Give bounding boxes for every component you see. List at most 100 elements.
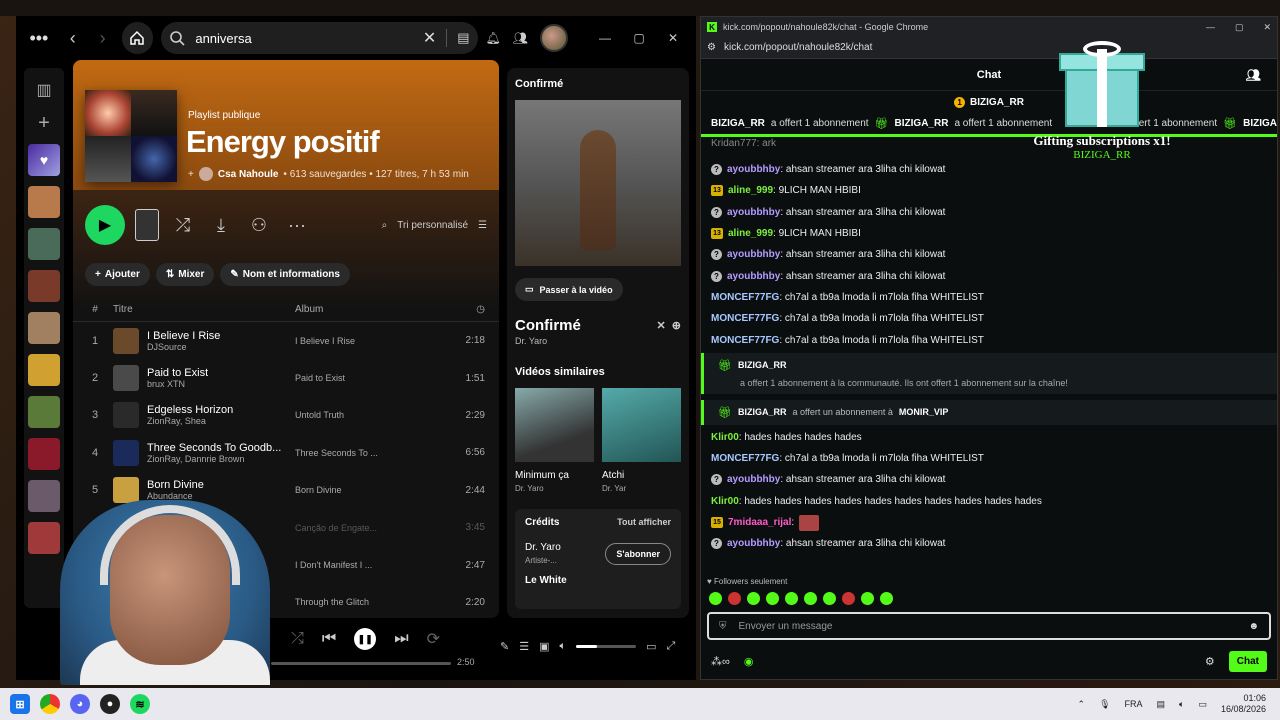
friends-icon[interactable]: 👥︎ [513, 31, 528, 45]
track-title[interactable]: Three Seconds To Goodb... [147, 442, 281, 454]
mic-icon[interactable]: 🎙︎ [1099, 699, 1110, 710]
chat-username[interactable]: aline_999 [728, 185, 773, 196]
devices-icon[interactable]: ▣ [539, 640, 549, 653]
track-artist[interactable]: brux XTN [147, 379, 208, 389]
track-title[interactable]: Edgeless Horizon [147, 404, 233, 416]
points-icon[interactable]: ⁂∞ [711, 655, 730, 668]
clear-search-icon[interactable]: ✕ [423, 28, 436, 48]
library-item[interactable] [28, 354, 60, 386]
network-icon[interactable]: ▤ [1157, 699, 1166, 710]
emote-icon[interactable] [823, 592, 836, 605]
maximize-icon[interactable]: ▢ [1235, 22, 1244, 33]
track-title[interactable]: Paid to Exist [147, 367, 208, 379]
chrome-icon[interactable] [40, 694, 60, 714]
obs-icon[interactable]: ● [100, 694, 120, 714]
track-artist[interactable]: ZionRay, Shea [147, 416, 233, 426]
chat-username[interactable]: MONCEF77FG [711, 453, 779, 464]
video-card[interactable]: Atchi Dr. Yar [602, 388, 681, 493]
next-icon[interactable]: ⏭︎ [394, 630, 408, 648]
pinned-gifter[interactable]: 1 BIZIGA_RR [701, 91, 1277, 113]
volume-icon[interactable]: 🔈︎ [560, 640, 567, 653]
shuffle-icon[interactable]: ⤮ [169, 215, 197, 236]
emote-icon[interactable] [880, 592, 893, 605]
col-album[interactable]: Album [295, 304, 425, 315]
discord-icon[interactable]: ◕ [70, 694, 90, 714]
add-collab-icon[interactable]: + [188, 169, 194, 180]
fullscreen-icon[interactable]: ⤢ [667, 640, 676, 653]
progress-bar[interactable] [271, 662, 451, 665]
chat-username[interactable]: ayoubbhby [727, 271, 780, 282]
lyrics-icon[interactable]: ✎ [500, 640, 509, 653]
address-bar[interactable]: ⚙ kick.com/popout/nahoule82k/chat [701, 37, 1277, 59]
emote-icon[interactable] [709, 592, 722, 605]
chat-username[interactable]: ayoubbhby [727, 538, 780, 549]
play-button[interactable]: ▶ [85, 205, 125, 245]
track-album[interactable]: Born Divine [295, 485, 425, 495]
track-title[interactable]: I Believe I Rise [147, 330, 220, 342]
library-icon[interactable]: ▥ [36, 80, 51, 102]
system-target[interactable]: MONIR_VIP [899, 407, 949, 417]
minimize-icon[interactable]: — [594, 31, 616, 45]
song-title[interactable]: Confirmé [515, 317, 581, 334]
chat-username[interactable]: ayoubbhby [727, 249, 780, 260]
search-input[interactable]: anniversa ✕ ▤ [161, 22, 478, 54]
settings-icon[interactable]: ⚙ [1205, 655, 1215, 668]
playlist-mini-cover[interactable] [135, 209, 159, 241]
clock[interactable]: 01:06 16/08/2026 [1221, 693, 1266, 715]
chat-username[interactable]: 7midaaa_rijal [728, 517, 791, 528]
volume-slider[interactable] [576, 645, 637, 648]
track-album[interactable]: I Don't Manifest I ... [295, 560, 425, 570]
emote-icon[interactable] [804, 592, 817, 605]
track-album[interactable]: Through the Glitch [295, 597, 425, 607]
users-icon[interactable]: 👥︎ [1246, 68, 1261, 82]
liked-songs-thumb[interactable]: ♥ [28, 144, 60, 176]
avatar[interactable] [540, 24, 568, 52]
playlist-owner[interactable]: Csa Nahoule [218, 169, 279, 180]
credit-name-2[interactable]: Le White [525, 575, 671, 586]
close-icon[interactable]: ✕ [1263, 22, 1271, 33]
invite-user-icon[interactable]: ⚇ [245, 215, 273, 236]
emote-icon[interactable] [785, 592, 798, 605]
kick-coin-icon[interactable]: ◉ [744, 655, 754, 668]
miniplayer-icon[interactable]: ▭ [646, 640, 656, 653]
chat-username[interactable]: ayoubbhby [727, 164, 780, 175]
chat-username[interactable]: ayoubbhby [727, 474, 780, 485]
library-item[interactable] [28, 186, 60, 218]
message-input[interactable]: ⛨ Envoyer un message ☻ [707, 612, 1271, 640]
download-icon[interactable]: ⤓ [207, 215, 235, 236]
chat-username[interactable]: MONCEF77FG [711, 313, 779, 324]
search-in-playlist-icon[interactable]: ⌕ [382, 220, 388, 231]
emote-icon[interactable] [842, 592, 855, 605]
track-artist[interactable]: ZionRay, Dannrie Brown [147, 454, 281, 464]
track-album[interactable]: Untold Truth [295, 410, 425, 420]
menu-dots-icon[interactable]: ••• [24, 28, 54, 49]
track-album[interactable]: Three Seconds To ... [295, 448, 425, 458]
library-item[interactable] [28, 438, 60, 470]
bell-icon[interactable]: 🔔︎ [486, 31, 501, 45]
previous-icon[interactable]: ⏮︎ [322, 630, 336, 648]
chat-username[interactable]: aline_999 [728, 228, 773, 239]
emote-icon[interactable] [728, 592, 741, 605]
mix-chip[interactable]: ⇅ Mixer [155, 262, 215, 286]
track-artist[interactable]: DJSource [147, 342, 220, 352]
close-icon[interactable]: ✕ [662, 31, 684, 45]
show-all-link[interactable]: Tout afficher [617, 517, 671, 528]
chat-username[interactable]: MONCEF77FG [711, 292, 779, 303]
site-info-icon[interactable]: ⚙ [707, 42, 716, 53]
emote-icon[interactable] [766, 592, 779, 605]
table-row[interactable]: 2 Paid to Exist brux XTN Paid to Exist 1:51 [73, 359, 499, 396]
switch-to-video-button[interactable]: ▭ Passer à la vidéo [515, 278, 623, 301]
table-row[interactable]: 4 Three Seconds To Goodb... ZionRay, Dannr… [73, 434, 499, 471]
library-item[interactable] [28, 396, 60, 428]
chat-username[interactable]: Klir00 [711, 432, 739, 443]
chat-username[interactable]: ayoubbhby [727, 207, 780, 218]
emote-icon[interactable] [861, 592, 874, 605]
home-button[interactable] [121, 22, 154, 54]
battery-icon[interactable]: ▭ [1198, 699, 1207, 710]
back-arrow-icon[interactable]: ‹ [62, 28, 84, 49]
sort-control[interactable]: ⌕ Tri personnalisé ☰ [382, 220, 487, 231]
pause-button[interactable]: ❚❚ [354, 628, 377, 650]
track-album[interactable]: Paid to Exist [295, 373, 425, 383]
volume-icon[interactable]: 🔈︎ [1179, 699, 1184, 710]
chevron-up-icon[interactable]: ⌃ [1078, 699, 1086, 710]
